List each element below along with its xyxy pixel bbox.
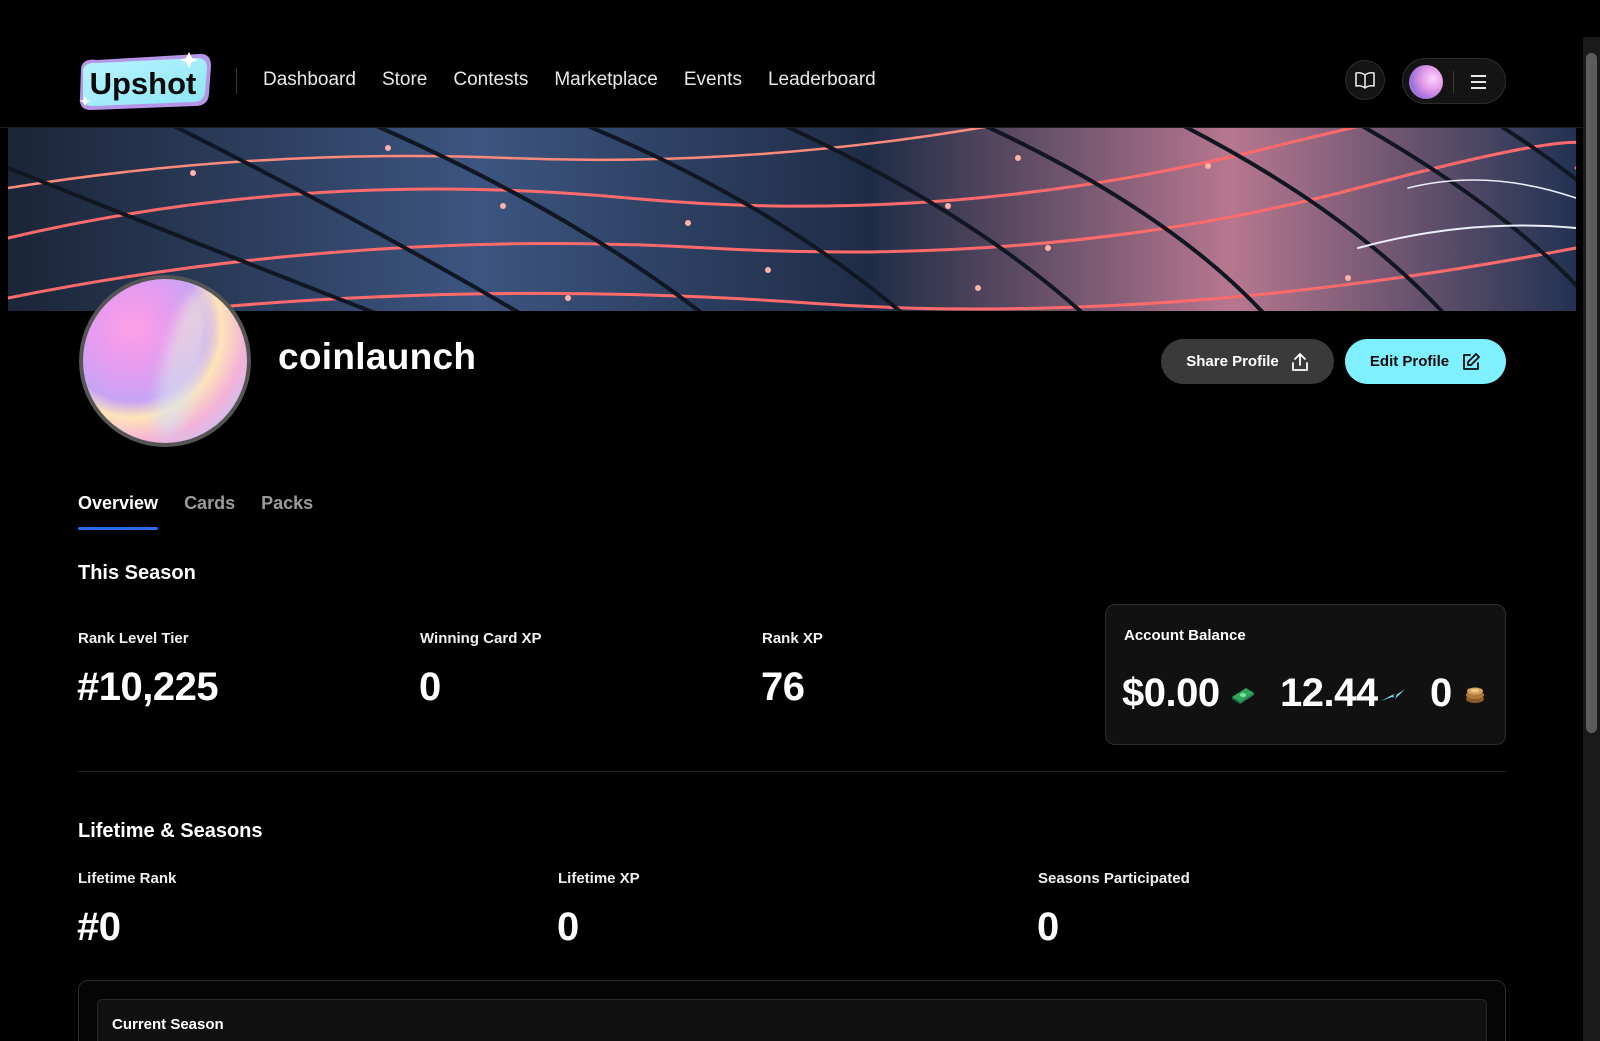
profile-banner <box>8 128 1576 311</box>
current-season-panel: Current Season <box>78 980 1506 1041</box>
tab-packs[interactable]: Packs <box>261 493 313 528</box>
coin-stack-icon <box>1466 687 1484 703</box>
cash-icon <box>1232 688 1254 704</box>
this-season-title: This Season <box>78 562 196 584</box>
tab-cards[interactable]: Cards <box>184 493 235 528</box>
account-balance-title: Account Balance <box>1124 627 1246 644</box>
cash-balance: $0.00 <box>1122 671 1220 715</box>
hamburger-icon <box>1467 72 1489 92</box>
lifetime-xp-value: 0 <box>557 905 579 949</box>
banner-net-graphic <box>8 128 1576 311</box>
top-navigation-bar: Upshot Dashboard Store Contests Marketpl… <box>0 0 1583 128</box>
book-open-icon <box>1355 71 1375 89</box>
share-icon <box>1291 352 1308 371</box>
current-season-card[interactable]: Current Season <box>97 999 1487 1041</box>
edit-icon <box>1463 352 1480 370</box>
rank-level-tier-label: Rank Level Tier <box>78 630 189 647</box>
lifetime-xp-label: Lifetime XP <box>558 870 640 887</box>
account-balance-card: Account Balance $0.00 12.44 0 <box>1105 604 1506 745</box>
nav-dashboard[interactable]: Dashboard <box>263 66 356 94</box>
xp-bolt-icon <box>1381 689 1405 701</box>
rank-xp-value: 76 <box>761 665 805 709</box>
nav-marketplace[interactable]: Marketplace <box>554 66 658 94</box>
logo-divider <box>236 68 237 94</box>
winning-card-xp-value: 0 <box>419 665 441 709</box>
rank-level-tier-value: #10,225 <box>77 665 219 709</box>
nav-contests[interactable]: Contests <box>453 66 528 94</box>
upshot-logo[interactable]: Upshot <box>77 50 212 112</box>
section-divider <box>78 771 1506 772</box>
lifetime-rank-value: #0 <box>77 905 121 949</box>
user-menu-button[interactable] <box>1402 58 1506 104</box>
profile-username: coinlaunch <box>278 336 477 377</box>
current-season-label: Current Season <box>112 1016 224 1033</box>
coins-balance: 0 <box>1430 671 1452 715</box>
main-nav: Dashboard Store Contests Marketplace Eve… <box>263 66 876 94</box>
scrollbar-thumb[interactable] <box>1586 53 1597 733</box>
points-balance: 12.44 <box>1280 671 1378 715</box>
page-scrollbar[interactable] <box>1583 37 1600 1041</box>
rank-xp-label: Rank XP <box>762 630 823 647</box>
profile-avatar[interactable] <box>79 275 251 447</box>
seasons-participated-label: Seasons Participated <box>1038 870 1190 887</box>
seasons-participated-value: 0 <box>1037 905 1059 949</box>
nav-store[interactable]: Store <box>382 66 427 94</box>
nav-leaderboard[interactable]: Leaderboard <box>768 66 876 94</box>
share-profile-button[interactable]: Share Profile <box>1161 339 1334 384</box>
logo-text: Upshot <box>90 66 197 101</box>
lifetime-rank-label: Lifetime Rank <box>78 870 177 887</box>
nav-events[interactable]: Events <box>684 66 742 94</box>
tab-overview[interactable]: Overview <box>78 493 159 530</box>
edit-profile-button[interactable]: Edit Profile <box>1345 339 1506 384</box>
lifetime-seasons-title: Lifetime & Seasons <box>78 820 263 842</box>
avatar-image <box>83 279 247 443</box>
share-profile-label: Share Profile <box>1186 353 1279 370</box>
winning-card-xp-label: Winning Card XP <box>420 630 542 647</box>
avatar <box>1409 65 1443 99</box>
profile-tabs: Overview Cards Packs <box>78 493 339 530</box>
pill-divider <box>1453 71 1454 93</box>
guide-button[interactable] <box>1345 60 1385 100</box>
edit-profile-label: Edit Profile <box>1369 353 1450 370</box>
